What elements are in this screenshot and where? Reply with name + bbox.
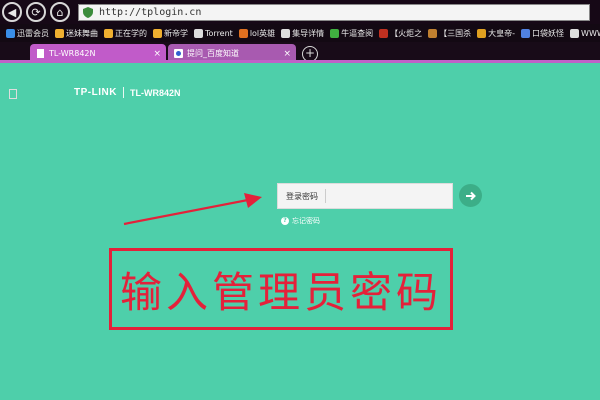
forgot-label: 忘记密码 xyxy=(292,217,320,225)
bookmark-item[interactable]: 【火炬之 xyxy=(379,28,422,39)
model-name: TL-WR842N xyxy=(129,87,181,98)
bookmark-label: 口袋妖怪 xyxy=(532,28,565,38)
bookmark-label: 新帝学 xyxy=(164,28,188,38)
bookmark-label: WWW. xyxy=(581,28,600,38)
bookmark-label: lol英雄 xyxy=(249,28,276,38)
bookmark-icon xyxy=(6,28,15,38)
bookmark-item[interactable]: 口袋妖怪 xyxy=(521,28,564,39)
divider xyxy=(122,87,124,98)
refresh-icon[interactable]: ⟳ xyxy=(26,2,46,22)
page-icon xyxy=(37,49,44,58)
bookmark-item[interactable]: 正在学的 xyxy=(104,28,147,39)
bookmark-item[interactable]: lol英雄 xyxy=(238,28,276,39)
back-icon[interactable]: ◀ xyxy=(2,2,22,22)
annotation-text: 输入管理员密码 xyxy=(119,267,442,317)
bookmark-label: 迷妹舞曲 xyxy=(66,28,98,38)
bookmark-label: 正在学的 xyxy=(115,28,147,38)
bookmark-item[interactable]: WWW. xyxy=(570,28,600,38)
tab-strip-divider xyxy=(0,60,600,63)
tab-label: TL-WR842N xyxy=(49,49,96,58)
browser-titlebar: ◀ ⟳ ⌂ http://tplogin.cn xyxy=(0,0,600,24)
bookmark-item[interactable]: 【三国杀 xyxy=(428,28,471,39)
baidu-icon xyxy=(174,49,183,58)
bookmark-item[interactable]: 新帝学 xyxy=(153,28,188,39)
question-icon: ? xyxy=(281,217,289,225)
bookmark-label: 牛逼查阅 xyxy=(341,28,374,38)
bookmark-icon xyxy=(104,28,113,38)
bookmark-icon xyxy=(281,28,291,38)
sidebar-icon[interactable] xyxy=(9,89,17,99)
bookmark-item[interactable]: 牛逼查阅 xyxy=(330,28,373,39)
bookmarks-bar: 迅雷会员 迷妹舞曲 正在学的 新帝学 Torrent lol英雄 集导详情 牛逼查阅 【火炬之 【… xyxy=(0,24,600,42)
bookmark-label: 【三国杀 xyxy=(439,28,472,38)
arrow-right-icon xyxy=(465,191,476,200)
address-url: http://tplogin.cn xyxy=(99,7,202,18)
bookmark-icon xyxy=(477,28,487,38)
bookmark-item[interactable]: 迅雷会员 xyxy=(6,28,49,39)
bookmark-icon xyxy=(194,28,203,38)
bookmark-label: 大皇帝- xyxy=(488,28,516,38)
bookmark-icon xyxy=(153,28,162,38)
bookmark-icon xyxy=(428,28,438,38)
divider xyxy=(325,189,326,203)
bookmark-label: 【火炬之 xyxy=(390,28,423,38)
bookmark-label: 集导详情 xyxy=(292,28,325,38)
shield-icon xyxy=(83,7,93,18)
tab-label: 提问_百度知道 xyxy=(187,49,239,58)
address-bar[interactable]: http://tplogin.cn xyxy=(78,4,590,21)
login-button[interactable] xyxy=(459,184,482,207)
bookmark-label: Torrent xyxy=(205,28,233,38)
close-icon[interactable]: × xyxy=(153,49,161,59)
bookmark-icon xyxy=(55,28,64,38)
close-icon[interactable]: × xyxy=(283,49,291,59)
brand-header: TP-LINK TL-WR842N xyxy=(74,87,180,98)
bookmark-label: 迅雷会员 xyxy=(17,28,49,38)
bookmark-item[interactable]: 迷妹舞曲 xyxy=(55,28,98,39)
password-field[interactable]: 登录密码 xyxy=(277,183,453,209)
password-label: 登录密码 xyxy=(286,191,318,201)
bookmark-icon xyxy=(570,28,580,38)
bookmark-icon xyxy=(521,28,531,38)
tplink-logo: TP-LINK xyxy=(74,87,117,98)
password-input[interactable] xyxy=(330,185,440,207)
bookmark-item[interactable]: 集导详情 xyxy=(281,28,324,39)
bookmark-icon xyxy=(330,28,340,38)
home-icon[interactable]: ⌂ xyxy=(50,2,70,22)
forgot-password-link[interactable]: ? 忘记密码 xyxy=(281,216,320,226)
annotation-box: 输入管理员密码 xyxy=(109,248,453,330)
bookmark-item[interactable]: Torrent xyxy=(194,28,233,38)
annotation-arrow xyxy=(123,193,262,226)
bookmark-item[interactable]: 大皇帝- xyxy=(477,28,515,39)
bookmark-icon xyxy=(238,28,248,38)
bookmark-icon xyxy=(379,28,389,38)
